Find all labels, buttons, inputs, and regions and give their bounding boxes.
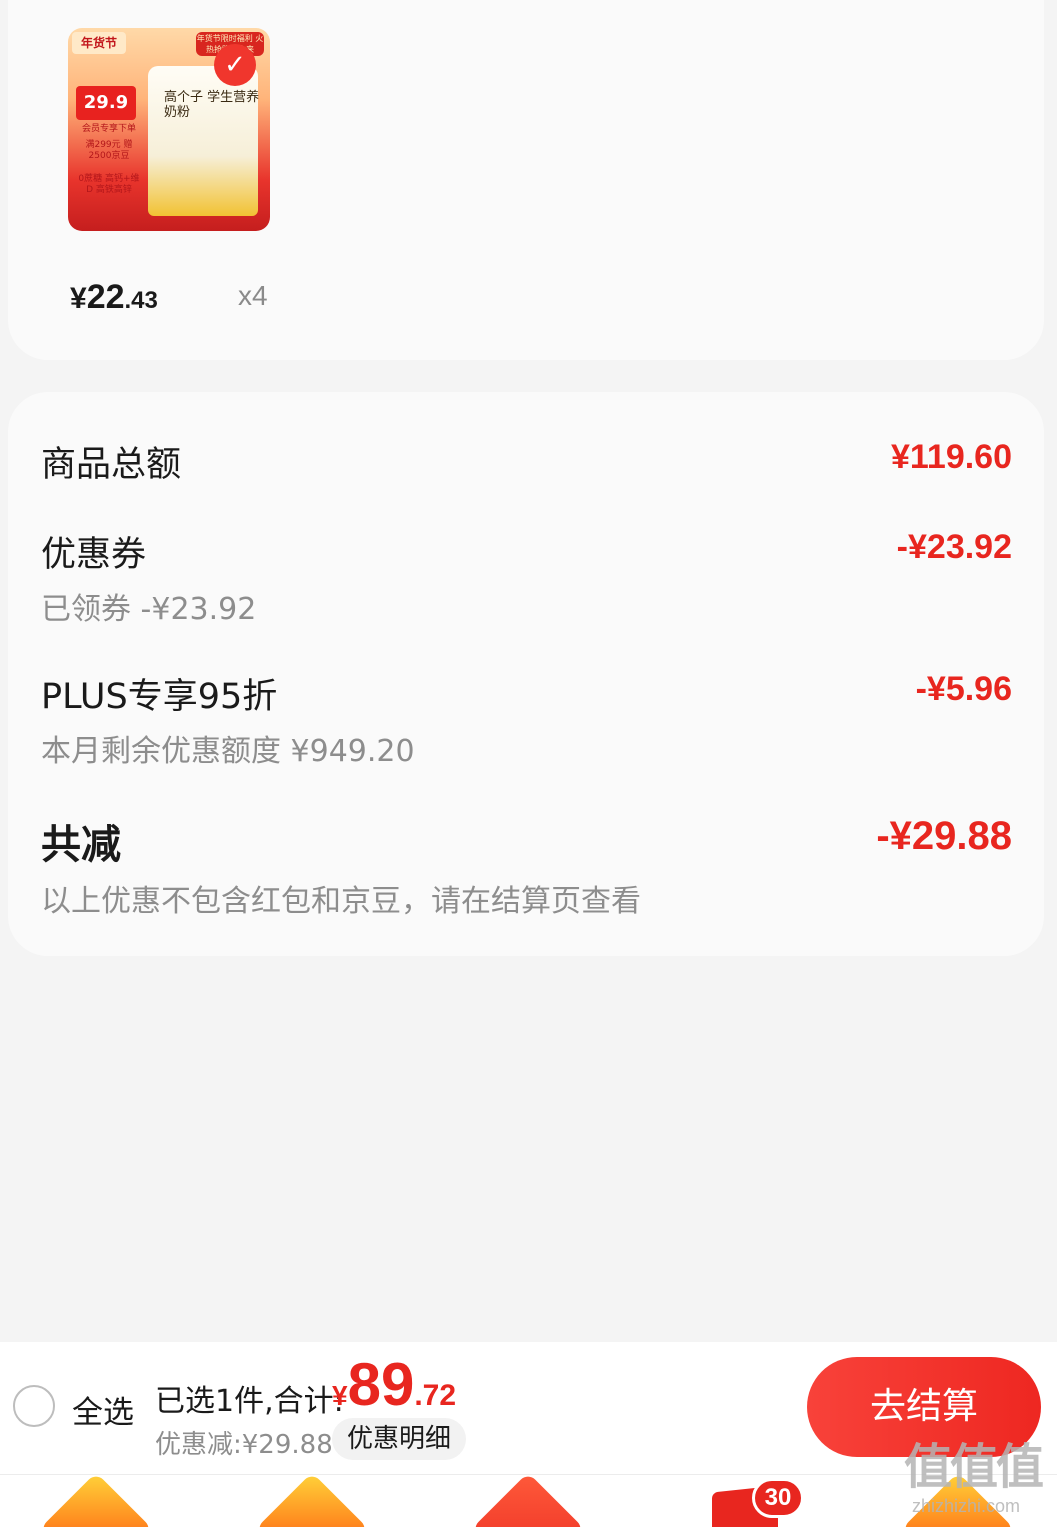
total-reduce-amount: -¥29.88 <box>876 814 1012 858</box>
product-card: 年货节 年货节限时福利 火热抢购等你来 29.9 会员专享下单 满299元 赠2… <box>8 0 1044 360</box>
checkout-bar: 全选 已选1件,合计: ¥89.72 优惠减:¥29.88 优惠明细 去结算 <box>0 1342 1057 1474</box>
discount-summary-card: 商品总额 ¥119.60 优惠券 -¥23.92 已领券 -¥23.92 PLU… <box>8 392 1044 956</box>
coupon-amount: -¥23.92 <box>896 528 1012 566</box>
total-price: ¥89.72 <box>332 1350 456 1419</box>
goods-total-amount: ¥119.60 <box>890 438 1012 476</box>
cart-count-badge: 30 <box>752 1478 804 1518</box>
total-price-symbol: ¥ <box>332 1380 348 1411</box>
plus-discount-amount: -¥5.96 <box>915 670 1012 708</box>
product-bag-graphic <box>148 66 258 216</box>
plus-quota-text: 本月剩余优惠额度 ¥949.20 <box>41 734 415 769</box>
product-image-member-tag: 会员专享下单 <box>81 124 136 134</box>
plus-discount-label: PLUS专享95折 <box>41 677 278 717</box>
coupon-label: 优惠券 <box>41 535 147 575</box>
unit-price: ¥22.43 <box>70 278 158 317</box>
select-all-label[interactable]: 全选 <box>72 1387 134 1432</box>
product-image-price-tag: 29.9 <box>76 86 136 120</box>
watermark: 值值值 zhizhizhi.com <box>904 1440 1054 1520</box>
product-image-bag-title: 高个子 学生营养奶粉 <box>164 90 260 120</box>
unit-price-int: 22 <box>86 278 125 316</box>
watermark-logo-text: 值值值 <box>904 1441 1044 1494</box>
discount-note: 以上优惠不包含红包和京豆，请在结算页查看 <box>41 884 641 919</box>
discount-detail-button[interactable]: 优惠明细 <box>332 1418 466 1460</box>
watermark-url: zhizhizhi.com <box>912 1496 1021 1516</box>
selected-summary: 已选1件,合计: <box>155 1384 344 1419</box>
checkmark-icon[interactable]: ✓ <box>214 44 256 86</box>
product-image-beans-tag: 满299元 赠2500京豆 <box>85 140 133 161</box>
select-all-radio[interactable] <box>13 1385 55 1427</box>
gift-tab-icon[interactable] <box>471 1475 585 1527</box>
bottom-tab-bar <box>0 1474 1057 1527</box>
discover-tab-icon[interactable] <box>255 1475 369 1527</box>
total-price-int: 89 <box>347 1351 415 1418</box>
unit-price-symbol: ¥ <box>70 282 87 315</box>
product-image-logo: 年货节 <box>72 32 126 54</box>
quantity-label: x4 <box>238 280 268 311</box>
goods-total-label: 商品总额 <box>41 445 182 485</box>
total-price-decimal: .72 <box>414 1379 457 1412</box>
home-tab-icon[interactable] <box>39 1475 153 1527</box>
unit-price-decimal: .43 <box>124 287 158 314</box>
product-image-features-tag: 0蔗糖 高钙+维D 高铁高锌 <box>78 174 140 195</box>
coupon-sub-text: 已领券 -¥23.92 <box>41 592 257 627</box>
total-reduce-label: 共减 <box>41 822 121 868</box>
product-image[interactable]: 年货节 年货节限时福利 火热抢购等你来 29.9 会员专享下单 满299元 赠2… <box>68 28 270 231</box>
discount-line: 优惠减:¥29.88 <box>155 1430 333 1460</box>
